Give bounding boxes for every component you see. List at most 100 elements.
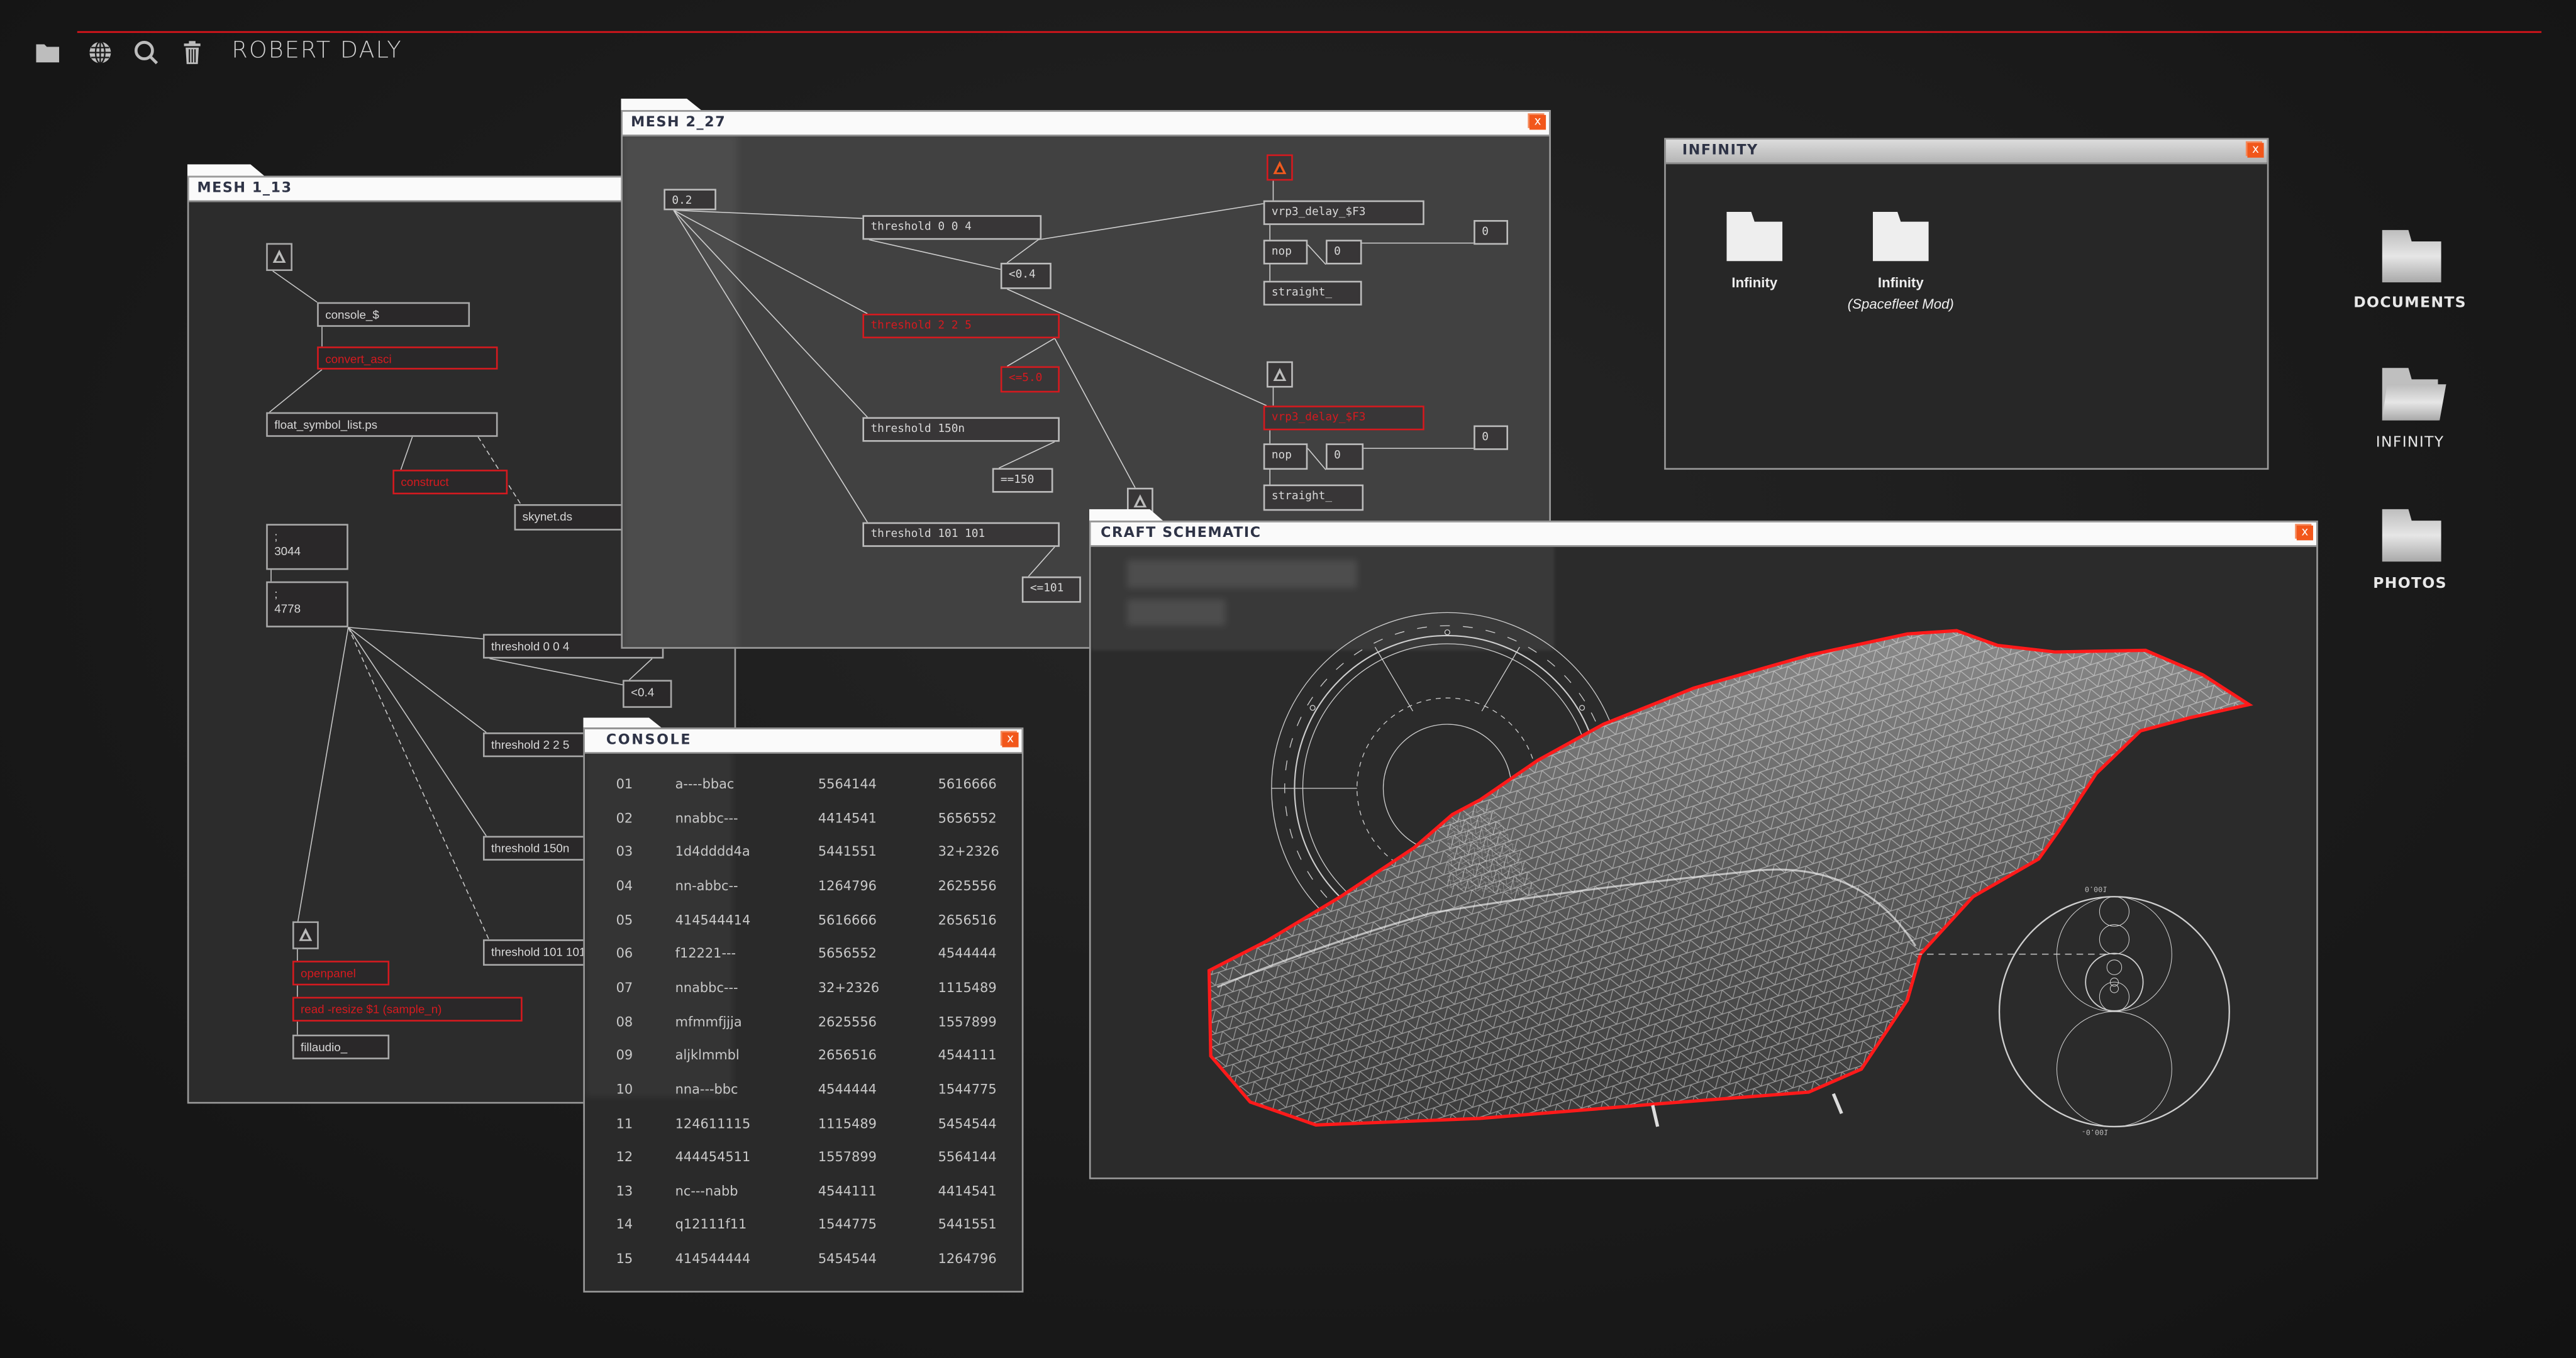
folder-sublabel: (Spacefleet Mod) — [1847, 295, 1954, 312]
patch-node[interactable]: openpanel — [292, 961, 390, 986]
bang-triangle-icon[interactable] — [292, 921, 319, 949]
hud-radar — [1271, 612, 1624, 965]
console-row: 15 414544444 5454544 1264796 — [585, 1252, 1022, 1275]
row-key: nnabbc--- — [675, 810, 738, 825]
craft-schematic-window[interactable]: CRAFT SCHEMATIC x 0.001 -0.001 — [1089, 521, 2318, 1179]
patch-node[interactable]: threshold 150n — [862, 417, 1060, 442]
patch-node[interactable]: threshold 101 101 — [862, 522, 1060, 547]
row-value-a: 1115489 — [818, 1115, 877, 1131]
folder-label: Infinity — [1877, 274, 1924, 291]
patch-node[interactable]: nop — [1263, 240, 1308, 265]
console-row: 01 a----bbac 5564144 5616666 — [585, 777, 1022, 800]
search-icon[interactable] — [133, 40, 160, 66]
desktop-icon-label: PHOTOS — [2373, 576, 2447, 593]
patch-node[interactable]: vrp3_delay_$F3 — [1263, 406, 1424, 431]
bang-triangle-icon[interactable] — [1267, 361, 1293, 388]
console-row: 11 124611115 1115489 5454544 — [585, 1116, 1022, 1139]
row-value-a: 4544444 — [818, 1082, 877, 1097]
row-value-b: 1115489 — [938, 980, 997, 995]
desktop: ROBERT DALY MESH 1_13 console_$ convert_… — [0, 0, 2576, 1358]
console-row: 12 444454511 1557899 5564144 — [585, 1150, 1022, 1173]
patch-node[interactable]: fillaudio_ — [292, 1034, 390, 1059]
desktop-icon-label: DOCUMENTS — [2353, 295, 2467, 312]
row-index: 01 — [616, 776, 633, 792]
row-index: 02 — [616, 810, 633, 825]
window-title: MESH 1_13 — [197, 180, 292, 197]
ghost-overlay — [1126, 599, 1226, 626]
patch-node[interactable]: construct — [392, 470, 508, 495]
row-index: 09 — [616, 1048, 633, 1063]
patch-node[interactable]: ==150 — [992, 468, 1053, 493]
patch-node[interactable]: <0.4 — [1000, 262, 1052, 289]
row-index: 11 — [616, 1115, 633, 1131]
close-button[interactable]: x — [2247, 143, 2264, 158]
patch-node[interactable]: 0 — [1326, 443, 1364, 470]
row-index: 03 — [616, 844, 633, 859]
folder-icon[interactable] — [35, 40, 61, 66]
row-value-a: 1557899 — [818, 1149, 877, 1165]
folder-open-icon — [2382, 368, 2446, 421]
patch-node[interactable]: 0 — [1326, 240, 1362, 265]
console-row: 06 f12221--- 5656552 4544444 — [585, 946, 1022, 969]
ghost-overlay — [1126, 560, 1357, 588]
bang-triangle-icon[interactable] — [1267, 154, 1293, 181]
row-value-b: 5564144 — [938, 1149, 997, 1165]
row-index: 15 — [616, 1251, 633, 1267]
row-value-a: 2656516 — [818, 1048, 877, 1063]
row-value-b: 5616666 — [938, 776, 997, 792]
bang-triangle-icon[interactable] — [1126, 487, 1153, 513]
patch-node[interactable]: vrp3_delay_$F3 — [1263, 200, 1424, 225]
trash-icon[interactable] — [179, 40, 206, 66]
patch-node[interactable]: <=5.0 — [1000, 366, 1060, 393]
patch-node[interactable]: float_symbol_list.ps — [266, 412, 498, 437]
row-value-b: 2656516 — [938, 912, 997, 927]
infinity-window[interactable]: INFINITY x Infinity Infinity (Spacefleet … — [1664, 138, 2269, 470]
patch-node[interactable]: <=101 — [1021, 576, 1081, 603]
craft-titlebar[interactable]: CRAFT SCHEMATIC x — [1091, 522, 2317, 547]
row-value-a: 2625556 — [818, 1014, 877, 1029]
console-row: 04 nn-abbc-- 1264796 2625556 — [585, 878, 1022, 902]
patch-node[interactable]: convert_asci — [317, 346, 498, 370]
patch-node[interactable]: <0.4 — [623, 680, 672, 708]
ghost-overlay — [623, 135, 738, 648]
console-row: 05 414544414 5616666 2656516 — [585, 912, 1022, 936]
patch-node[interactable]: nop — [1263, 443, 1308, 470]
row-value-a: 5656552 — [818, 946, 877, 961]
row-key: a----bbac — [675, 776, 735, 792]
patch-node[interactable]: 0 — [1474, 220, 1508, 245]
patch-node[interactable]: 0 — [1474, 425, 1508, 450]
globe-icon[interactable] — [87, 40, 113, 66]
window-title: MESH 2_27 — [631, 114, 726, 131]
console-titlebar[interactable]: CONSOLE x — [584, 729, 1022, 754]
close-button[interactable]: x — [2296, 525, 2313, 541]
patch-node[interactable]: straight_ — [1263, 280, 1362, 306]
mesh2-titlebar[interactable]: MESH 2_27 x — [623, 111, 1550, 136]
user-name: ROBERT DALY — [231, 38, 402, 64]
gauge-bottom-label: -0.001 — [2081, 1126, 2109, 1135]
patch-node[interactable]: threshold 2 2 5 — [862, 313, 1060, 339]
close-button[interactable]: x — [1529, 114, 1546, 130]
patch-node[interactable]: ; 4778 — [266, 581, 348, 627]
console-window[interactable]: CONSOLE x 01 a----bbac 5564144 5616666 02 nnab… — [583, 727, 1024, 1293]
window-title: CRAFT SCHEMATIC — [1101, 525, 1262, 543]
patch-node[interactable]: straight_ — [1263, 484, 1364, 511]
window-title: INFINITY — [1682, 143, 1758, 160]
row-value-a: 5616666 — [818, 912, 877, 927]
row-value-b: 5441551 — [938, 1217, 997, 1233]
patch-node[interactable]: ; 3044 — [266, 524, 348, 570]
row-index: 12 — [616, 1149, 633, 1165]
patch-node[interactable]: read -resize $1 (sample_n) — [292, 996, 523, 1022]
row-key: 124611115 — [675, 1115, 751, 1131]
patch-node[interactable]: threshold 0 0 4 — [862, 215, 1042, 240]
row-key: nnabbc--- — [675, 980, 738, 995]
row-value-a: 5454544 — [818, 1251, 877, 1267]
patch-node[interactable]: 0.2 — [663, 189, 716, 211]
infinity-titlebar[interactable]: INFINITY x — [1665, 140, 2267, 165]
row-key: nc---nabb — [675, 1183, 738, 1199]
folder-icon — [2382, 229, 2441, 283]
row-value-a: 5564144 — [818, 776, 877, 792]
close-button[interactable]: x — [1002, 732, 1019, 748]
bang-triangle-icon[interactable] — [266, 243, 292, 272]
folder-icon — [1726, 211, 1783, 262]
patch-node[interactable]: console_$ — [317, 302, 470, 327]
